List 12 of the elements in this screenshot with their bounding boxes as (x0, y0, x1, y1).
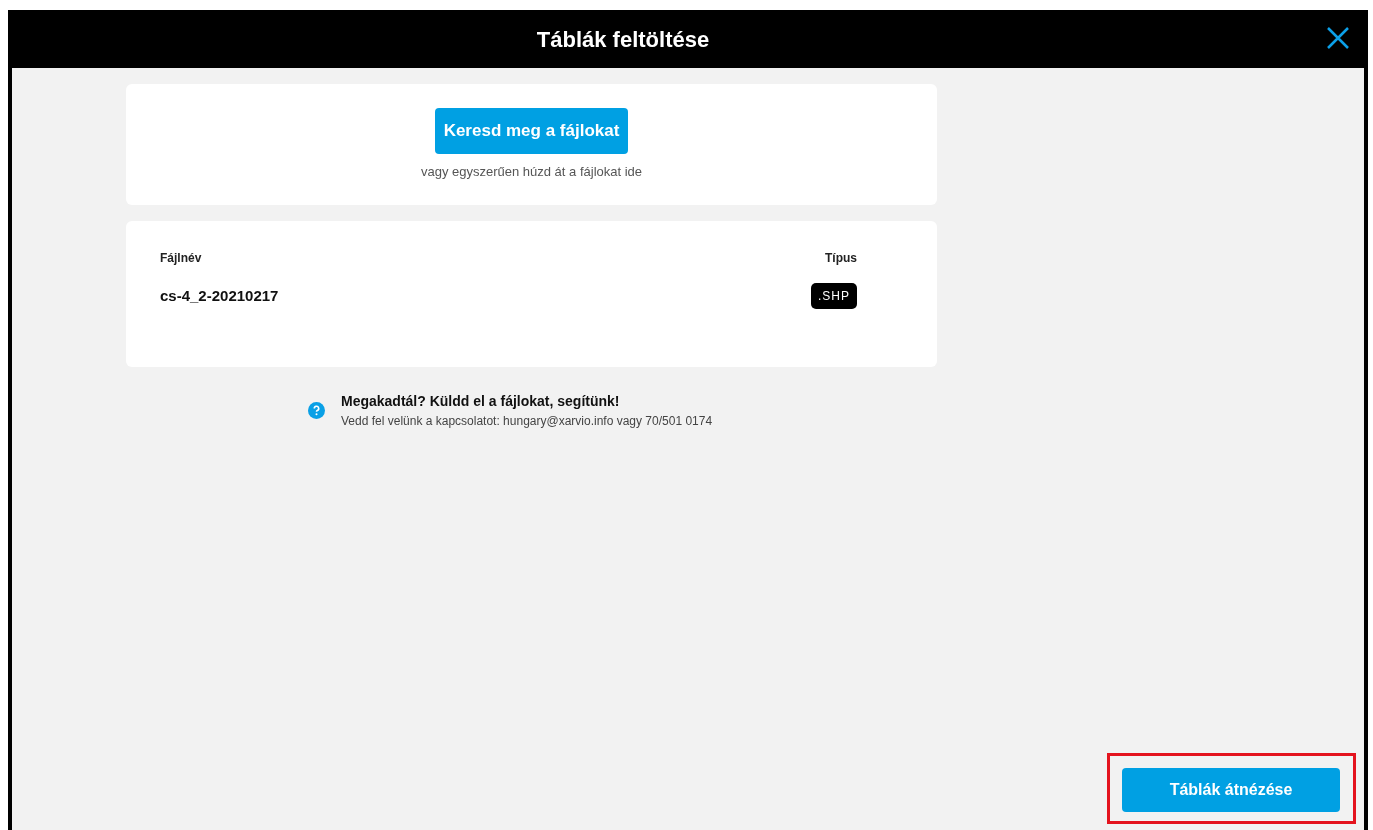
help-title: Megakadtál? Küldd el a fájlokat, segítünk! (341, 392, 621, 411)
drop-hint: vagy egyszerűen húzd át a fájlokat ide (419, 162, 644, 181)
column-header: Típus (825, 250, 857, 267)
file-type-tag: .SHP (811, 283, 857, 309)
close-icon[interactable] (1326, 26, 1350, 50)
file-name: cs-4_2-20210217 (160, 285, 279, 306)
column-header: Fájlnév (160, 250, 202, 267)
contact-text: Vedd fel velünk a kapcsolatot: hungary@xarvio.info vagy 70/501 0174 (341, 413, 713, 430)
help-icon (308, 402, 325, 419)
review-tables-button[interactable]: Táblák átnézése (1122, 768, 1340, 812)
window-title: Táblák feltöltése (536, 25, 710, 54)
browse-files-button[interactable]: Keresd meg a fájlokat (434, 108, 629, 154)
